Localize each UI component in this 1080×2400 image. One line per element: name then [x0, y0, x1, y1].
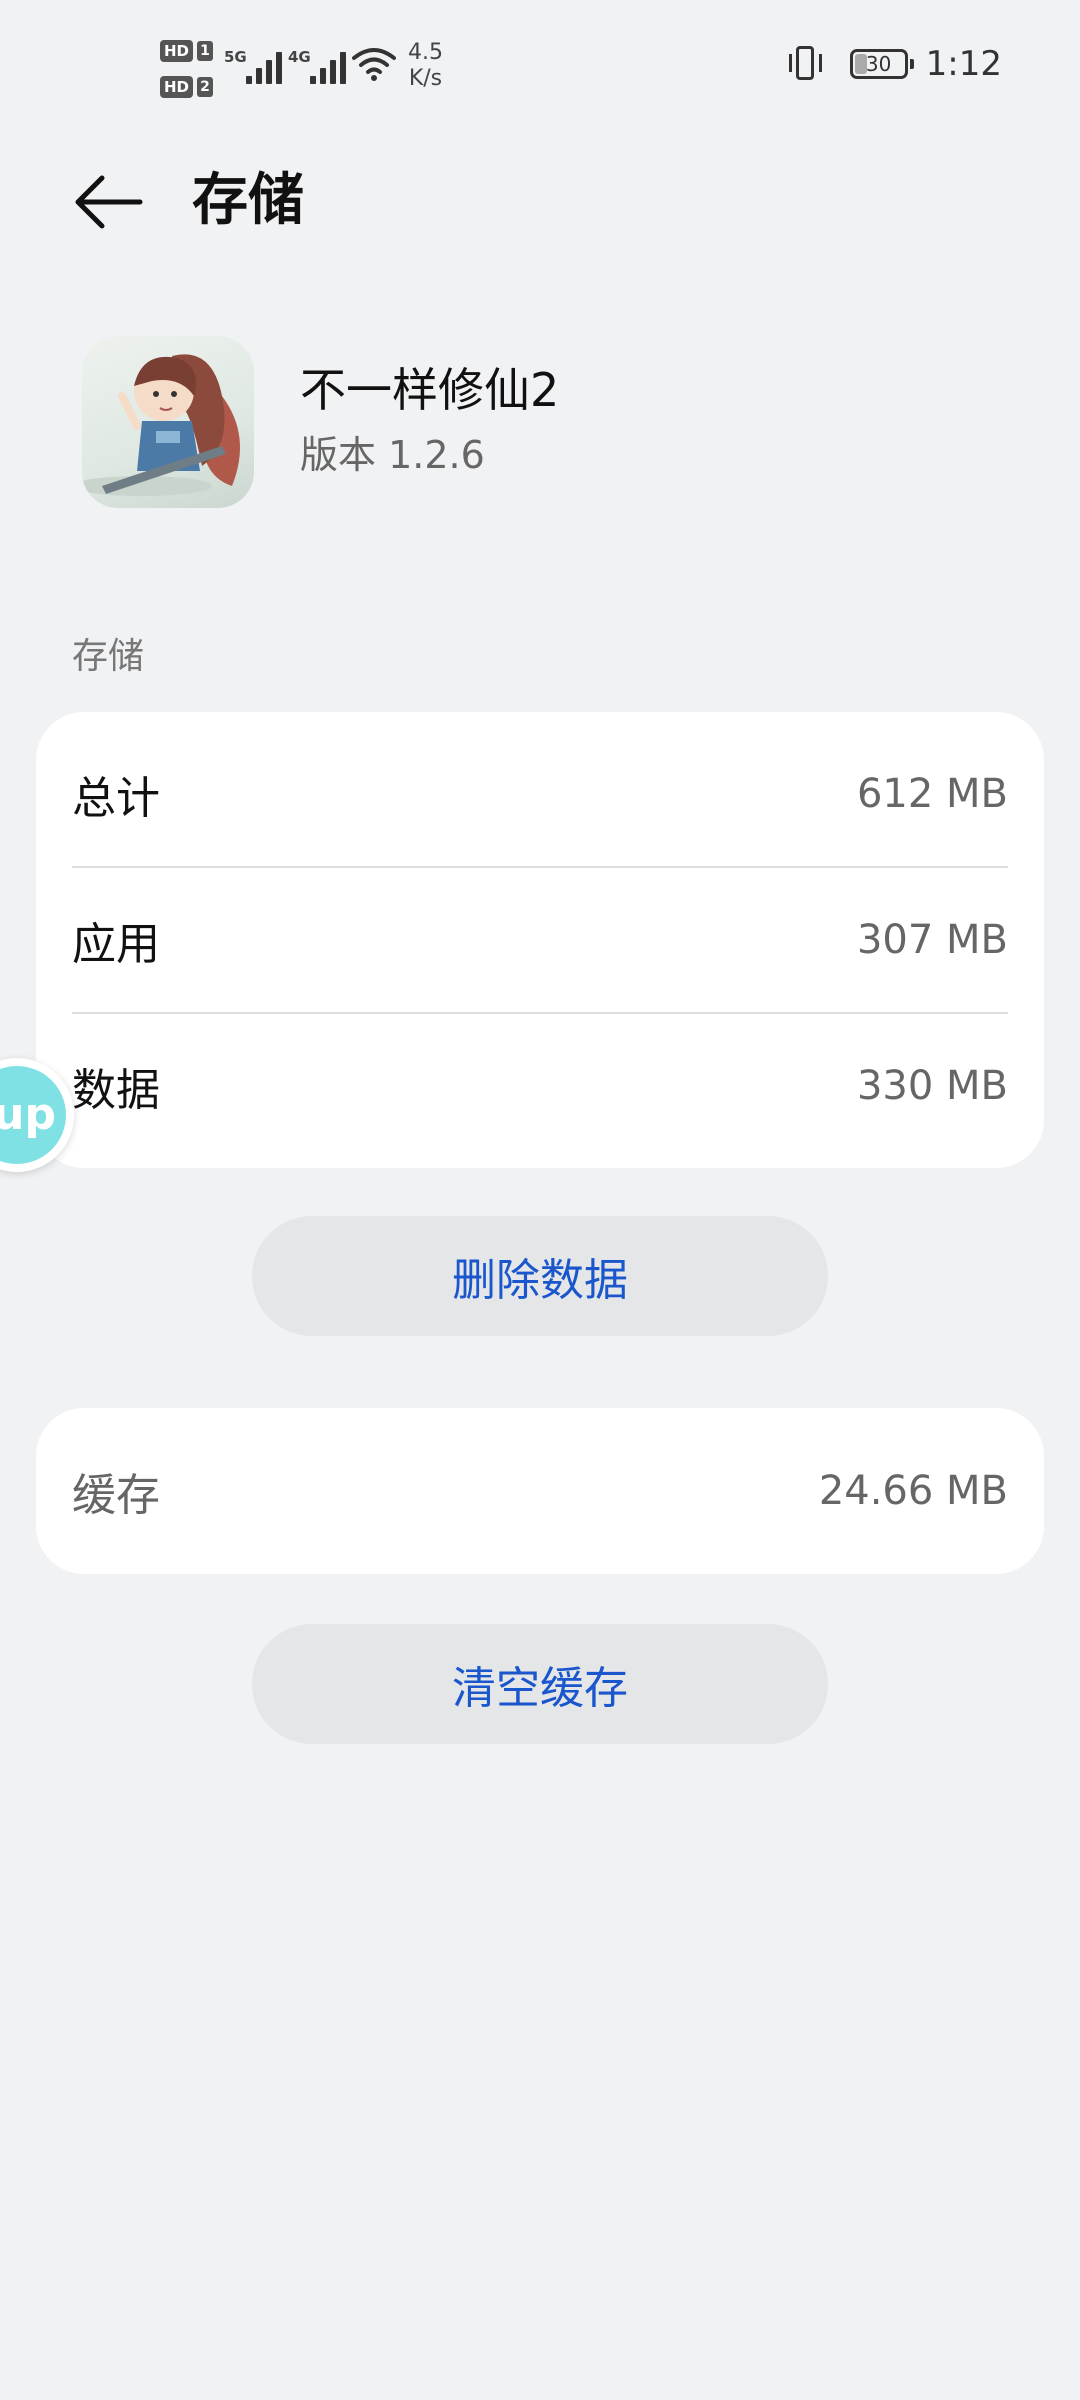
storage-screen: HD 1 HD 2 5G 4G 4.5 K/s 30 1:12 存储 不一样修仙… [0, 0, 1080, 2400]
wifi-icon [352, 48, 396, 81]
delete-data-button[interactable]: 删除数据 [252, 1216, 828, 1336]
speed-unit: K/s [408, 66, 443, 91]
clear-cache-button[interactable]: 清空缓存 [252, 1624, 828, 1744]
network-speed: 4.5 K/s [408, 40, 443, 92]
storage-row-label: 总计 [72, 773, 160, 824]
storage-row-value: 330 MB [856, 1063, 1008, 1109]
page-title: 存储 [192, 168, 304, 233]
header: 存储 [0, 150, 1080, 250]
speed-value: 4.5 [408, 40, 443, 65]
hd-badge-2: HD [160, 76, 194, 98]
app-icon [82, 336, 254, 508]
app-version: 版本 1.2.6 [300, 433, 485, 477]
storage-row-value: 307 MB [856, 917, 1008, 963]
storage-row-value: 612 MB [856, 771, 1008, 817]
cache-label: 缓存 [72, 1470, 160, 1521]
signal-4g-label: 4G [288, 48, 311, 66]
cache-value: 24.66 MB [818, 1468, 1008, 1514]
back-arrow-icon[interactable] [68, 162, 148, 242]
battery-icon: 30 [849, 49, 914, 79]
status-time: 1:12 [925, 44, 1002, 84]
signal-4g-icon: 4G [288, 44, 358, 84]
storage-section-label: 存储 [72, 636, 145, 677]
battery-level: 30 [865, 52, 892, 76]
app-name: 不一样修仙2 [300, 363, 560, 417]
storage-row-total: 总计 612 MB [72, 722, 1008, 866]
cache-row: 缓存 24.66 MB [72, 1419, 1008, 1563]
storage-row-data: 数据 330 MB [72, 1014, 1008, 1158]
signal-5g-label: 5G [224, 48, 247, 66]
storage-card: 总计 612 MB 应用 307 MB 数据 330 MB [36, 712, 1044, 1168]
storage-row-label: 数据 [72, 1065, 160, 1116]
sim-2-number: 2 [197, 77, 214, 97]
cache-card: 缓存 24.66 MB [36, 1408, 1044, 1574]
hd-sim-indicators: HD 1 HD 2 [160, 36, 214, 108]
status-bar: HD 1 HD 2 5G 4G 4.5 K/s 30 1:12 [0, 0, 1080, 130]
vibrate-icon [786, 46, 826, 82]
floating-bubble-text: up [0, 1066, 66, 1164]
sim-1-number: 1 [197, 41, 214, 61]
hd-badge-1: HD [160, 40, 194, 62]
storage-row-app: 应用 307 MB [72, 868, 1008, 1012]
signal-5g-icon: 5G [224, 44, 294, 84]
storage-row-label: 应用 [72, 919, 160, 970]
